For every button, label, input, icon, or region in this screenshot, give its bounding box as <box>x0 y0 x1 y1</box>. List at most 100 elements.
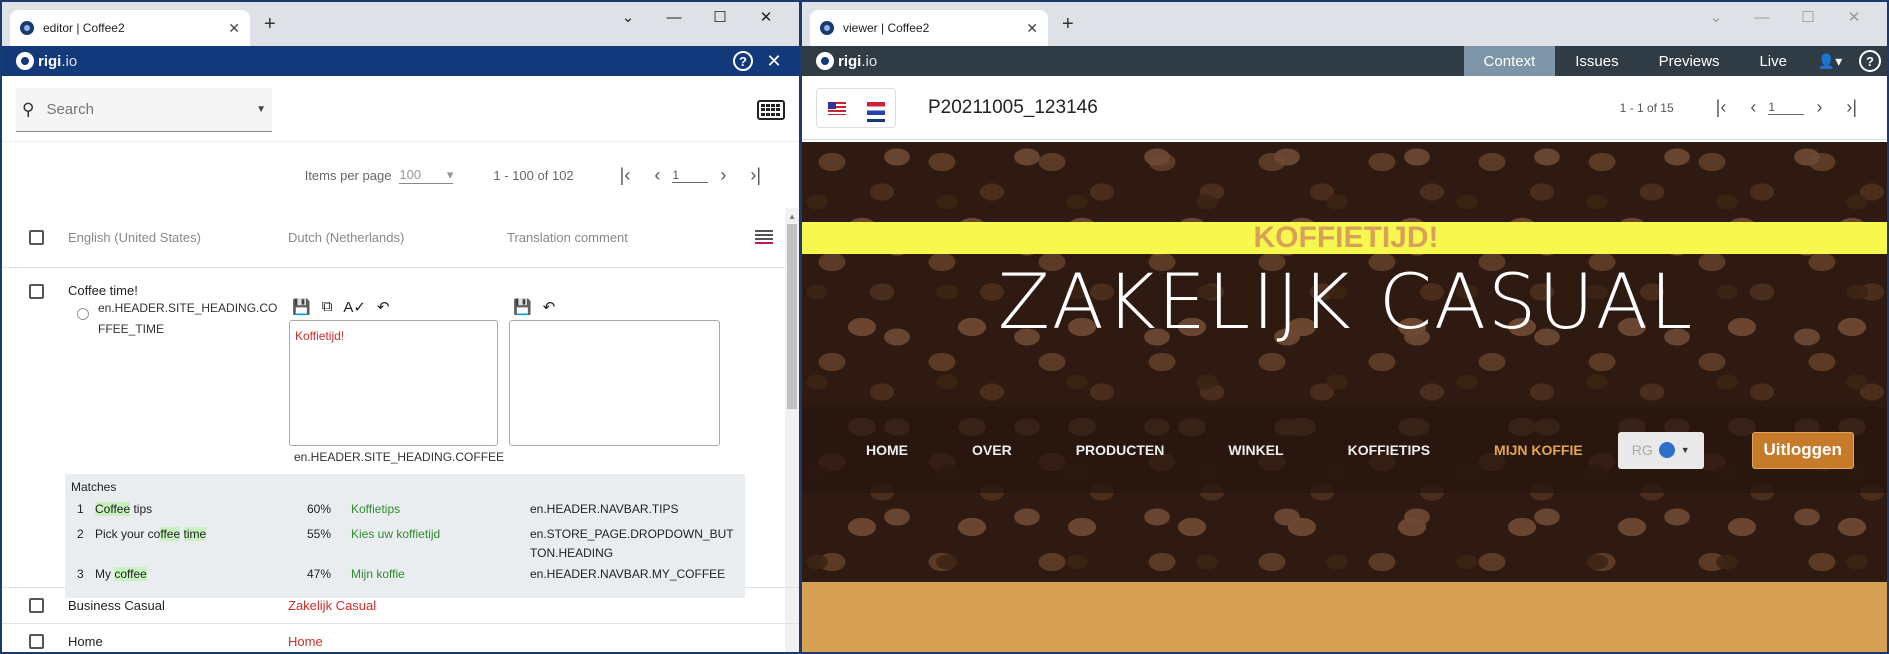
row-checkbox[interactable] <box>29 634 44 649</box>
site-nav-over[interactable]: OVER <box>972 442 1012 458</box>
save-icon[interactable]: 💾 <box>513 298 532 316</box>
last-page-icon[interactable]: ›| <box>750 165 761 186</box>
site-content-strip <box>802 582 1887 652</box>
row-target-text[interactable]: Home <box>288 634 323 649</box>
row-checkbox[interactable] <box>29 598 44 613</box>
maximize-button[interactable]: ☐ <box>697 4 743 30</box>
row-target-text[interactable]: Zakelijk Casual <box>288 598 376 613</box>
maximize-button[interactable]: ☐ <box>1785 4 1831 30</box>
match-target[interactable]: Kies uw koffietijd <box>351 525 440 544</box>
minimize-button[interactable]: — <box>651 4 697 30</box>
language-flags <box>816 88 896 128</box>
editor-window: editor | Coffee2 ✕ + ⌄ — ☐ ✕ rigi .io ? ✕… <box>0 0 800 654</box>
matches-title: Matches <box>71 480 117 494</box>
next-page-icon[interactable]: › <box>720 165 726 186</box>
site-banner[interactable]: KOFFIETIJD! <box>802 222 1887 254</box>
table-header: English (United States) Dutch (Netherlan… <box>2 208 799 268</box>
tab-live[interactable]: Live <box>1739 46 1807 76</box>
tab-issues[interactable]: Issues <box>1555 46 1638 76</box>
logout-button[interactable]: Uitloggen <box>1751 431 1854 469</box>
window-close-button[interactable]: ✕ <box>1831 4 1877 30</box>
close-icon[interactable]: ✕ <box>763 50 785 72</box>
tab-close-icon[interactable]: ✕ <box>1026 20 1038 37</box>
search-box: ⚲ ▼ <box>16 88 272 132</box>
help-icon[interactable]: ? <box>733 51 753 71</box>
viewer-header: rigi .io Context Issues Previews Live 👤▾ ? <box>802 46 1887 76</box>
match-row[interactable]: 1 Coffee tips 60% Koffietips en.HEADER.NAVBA… <box>71 500 739 525</box>
site-heading[interactable]: ZAKELIJK CASUAL <box>802 257 1887 346</box>
tab-previews[interactable]: Previews <box>1639 46 1740 76</box>
first-page-icon[interactable]: |‹ <box>1716 97 1727 118</box>
first-page-icon[interactable]: |‹ <box>620 165 631 186</box>
match-target[interactable]: Koffietips <box>351 500 400 519</box>
site-nav-home[interactable]: HOME <box>866 442 908 458</box>
keyboard-icon[interactable] <box>757 100 785 120</box>
tab-close-icon[interactable]: ✕ <box>228 20 240 37</box>
minimize-button[interactable]: — <box>1739 4 1785 30</box>
site-language-select[interactable]: RG ▼ <box>1617 431 1704 469</box>
browser-tabbar: viewer | Coffee2 ✕ + ⌄ — ☐ ✕ <box>802 2 1887 46</box>
comment-textarea[interactable] <box>509 320 720 446</box>
site-nav-mijn-koffie[interactable]: MIJN KOFFIE <box>1494 442 1583 458</box>
browser-tab-editor[interactable]: editor | Coffee2 ✕ <box>10 10 250 46</box>
prev-page-icon[interactable]: ‹ <box>1750 97 1756 118</box>
column-settings-icon[interactable] <box>755 230 773 244</box>
row-checkbox[interactable] <box>29 284 44 299</box>
undo-icon[interactable]: ↶ <box>377 298 390 316</box>
us-flag-icon[interactable] <box>827 101 846 115</box>
match-row[interactable]: 3 My coffee 47% Mijn koffie en.HEADER.NAVBAR… <box>71 565 739 590</box>
tab-context[interactable]: Context <box>1463 46 1556 76</box>
spellcheck-icon[interactable]: A✓ <box>343 298 366 316</box>
window-close-button[interactable]: ✕ <box>743 4 789 30</box>
search-dropdown-icon[interactable]: ▼ <box>256 104 266 115</box>
save-icon[interactable]: 💾 <box>292 298 311 316</box>
match-target[interactable]: Mijn koffie <box>351 565 405 584</box>
coffee-bean-background <box>802 142 1887 652</box>
site-nav-winkel[interactable]: WINKEL <box>1228 442 1283 458</box>
match-percent: 60% <box>307 502 332 516</box>
table-row[interactable]: Business Casual Zakelijk Casual <box>2 588 799 624</box>
rigi-logo-icon <box>16 52 34 70</box>
page-input[interactable] <box>1768 100 1805 115</box>
viewer-window: viewer | Coffee2 ✕ + ⌄ — ☐ ✕ rigi .io Con… <box>801 0 1889 654</box>
table-row[interactable]: Home Home <box>2 624 799 652</box>
open-external-icon[interactable]: ⧉ <box>322 298 333 316</box>
browser-tab-viewer[interactable]: viewer | Coffee2 ✕ <box>810 10 1048 46</box>
search-icon: ⚲ <box>22 99 35 119</box>
items-per-page-select[interactable]: 100 ▾ <box>399 167 454 184</box>
comment-toolbar: 💾 ↶ <box>513 298 555 316</box>
page-input[interactable] <box>672 167 709 183</box>
row-source-text: Business Casual <box>68 598 165 613</box>
app-header: rigi .io ? ✕ <box>2 46 799 76</box>
prev-page-icon[interactable]: ‹ <box>654 165 660 186</box>
target-key: en.HEADER.SITE_HEADING.COFFEE <box>294 450 505 464</box>
chevron-down-icon[interactable]: ⌄ <box>1693 4 1739 30</box>
nl-flag-tab[interactable] <box>866 95 885 122</box>
viewer-toolbar: P20211005_123146 1 - 1 of 15 |‹ ‹ › ›| <box>802 76 1887 140</box>
last-page-icon[interactable]: ›| <box>1846 97 1857 118</box>
rigi-logo: rigi .io <box>816 52 877 70</box>
target-textarea[interactable]: Koffietijd! <box>289 320 498 446</box>
rigi-favicon <box>820 21 834 35</box>
site-nav-koffietips[interactable]: KOFFIETIPS <box>1348 442 1430 458</box>
match-key: en.HEADER.NAVBAR.TIPS <box>530 502 679 516</box>
window-controls: ⌄ — ☐ ✕ <box>605 4 789 30</box>
select-all-checkbox[interactable] <box>29 230 44 245</box>
scroll-up-icon[interactable]: ▲ <box>788 212 796 221</box>
new-tab-button[interactable]: + <box>264 14 276 34</box>
help-icon[interactable]: ? <box>1859 50 1881 72</box>
search-input[interactable] <box>46 101 257 118</box>
match-key: en.STORE_PAGE.DROPDOWN_BUTTON.HEADING <box>530 527 734 560</box>
viewer-pagination: 1 - 1 of 15 |‹ ‹ › ›| <box>1620 97 1869 118</box>
next-page-icon[interactable]: › <box>1816 97 1822 118</box>
match-source: Pick your coffee time <box>95 527 207 541</box>
site-nav-producten[interactable]: PRODUCTEN <box>1076 442 1165 458</box>
undo-icon[interactable]: ↶ <box>543 298 556 316</box>
match-row[interactable]: 2 Pick your coffee time 55% Kies uw koffiet… <box>71 525 739 565</box>
new-tab-button[interactable]: + <box>1062 14 1074 34</box>
column-source: English (United States) <box>68 230 201 245</box>
user-icon[interactable]: 👤▾ <box>1807 53 1853 70</box>
fingerprint-icon <box>77 308 89 320</box>
match-index: 1 <box>77 502 84 516</box>
chevron-down-icon[interactable]: ⌄ <box>605 4 651 30</box>
